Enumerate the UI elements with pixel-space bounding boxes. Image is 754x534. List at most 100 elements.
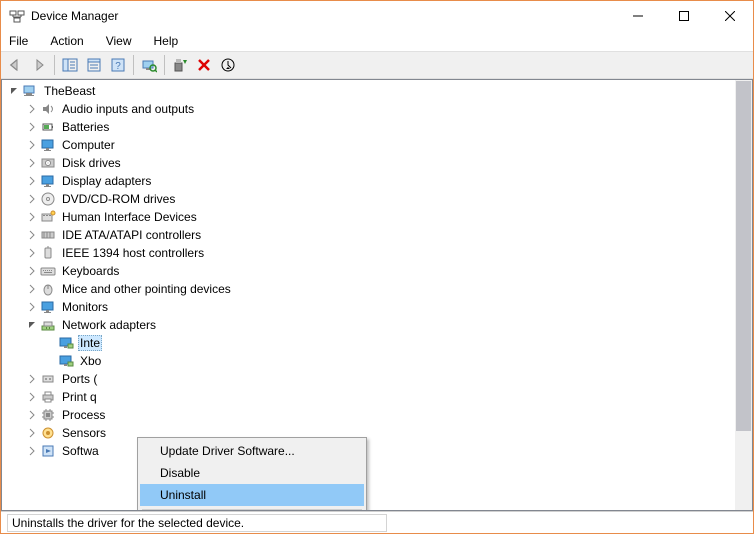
- chevron-right-icon[interactable]: [24, 263, 40, 279]
- menu-action[interactable]: Action: [46, 33, 87, 49]
- tree-category[interactable]: Computer: [2, 136, 752, 154]
- chevron-right-icon[interactable]: [24, 173, 40, 189]
- chevron-down-icon[interactable]: [24, 317, 40, 333]
- category-icon: [40, 299, 56, 315]
- show-hide-console-tree-button[interactable]: [58, 53, 82, 77]
- help-button[interactable]: ?: [106, 53, 130, 77]
- tree-category[interactable]: Softwa: [2, 442, 752, 460]
- tree-category[interactable]: Monitors: [2, 298, 752, 316]
- chevron-down-icon[interactable]: [6, 83, 22, 99]
- titlebar[interactable]: Device Manager: [1, 1, 753, 31]
- tree-device[interactable]: Inte: [2, 334, 752, 352]
- tree-category[interactable]: Sensors: [2, 424, 752, 442]
- chevron-right-icon[interactable]: [24, 101, 40, 117]
- tree-category[interactable]: Network adapters: [2, 316, 752, 334]
- tree-category-label: Sensors: [60, 426, 108, 440]
- chevron-right-icon[interactable]: [24, 443, 40, 459]
- chevron-right-icon[interactable]: [24, 425, 40, 441]
- tree-category[interactable]: DVD/CD-ROM drives: [2, 190, 752, 208]
- tree-category[interactable]: IDE ATA/ATAPI controllers: [2, 226, 752, 244]
- tree-category-label: Computer: [60, 138, 117, 152]
- category-icon: [40, 425, 56, 441]
- back-button[interactable]: [3, 53, 27, 77]
- tree-category[interactable]: Mice and other pointing devices: [2, 280, 752, 298]
- tree-category-label: Display adapters: [60, 174, 153, 188]
- uninstall-button[interactable]: [192, 53, 216, 77]
- tree-category-label: Batteries: [60, 120, 111, 134]
- menu-view[interactable]: View: [102, 33, 136, 49]
- tree-root-label: TheBeast: [42, 84, 97, 98]
- maximize-button[interactable]: [661, 1, 707, 31]
- context-menu-item[interactable]: Uninstall: [140, 484, 364, 506]
- context-menu-item[interactable]: Disable: [140, 462, 364, 484]
- device-icon: [58, 335, 74, 351]
- properties-button[interactable]: [82, 53, 106, 77]
- menu-help[interactable]: Help: [150, 33, 183, 49]
- statusbar: Uninstalls the driver for the selected d…: [1, 511, 753, 533]
- category-icon: [40, 191, 56, 207]
- tree-category-label: Softwa: [60, 444, 101, 458]
- chevron-right-icon[interactable]: [24, 281, 40, 297]
- context-menu-item[interactable]: Update Driver Software...: [140, 440, 364, 462]
- tree-category[interactable]: Audio inputs and outputs: [2, 100, 752, 118]
- menubar: File Action View Help: [1, 31, 753, 51]
- device-manager-window: Device Manager File Action View Help ? T…: [0, 0, 754, 534]
- tree-category[interactable]: Keyboards: [2, 262, 752, 280]
- forward-button[interactable]: [27, 53, 51, 77]
- disable-button[interactable]: [216, 53, 240, 77]
- context-menu: Update Driver Software...DisableUninstal…: [137, 437, 367, 511]
- update-driver-button[interactable]: [168, 53, 192, 77]
- chevron-right-icon[interactable]: [24, 299, 40, 315]
- chevron-right-icon[interactable]: [24, 407, 40, 423]
- tree-category[interactable]: Print q: [2, 388, 752, 406]
- chevron-right-icon[interactable]: [24, 155, 40, 171]
- tree-category-label: Ports (: [60, 372, 99, 386]
- chevron-right-icon[interactable]: [24, 389, 40, 405]
- toolbar-separator: [133, 55, 134, 75]
- category-icon: [40, 389, 56, 405]
- tree-category[interactable]: IEEE 1394 host controllers: [2, 244, 752, 262]
- chevron-right-icon[interactable]: [24, 209, 40, 225]
- toolbar: ?: [1, 51, 753, 79]
- tree-category-label: Network adapters: [60, 318, 158, 332]
- scrollbar-thumb[interactable]: [736, 81, 751, 431]
- status-text: Uninstalls the driver for the selected d…: [7, 514, 387, 532]
- tree-root[interactable]: TheBeast: [2, 82, 752, 100]
- category-icon: [40, 407, 56, 423]
- category-icon: [40, 119, 56, 135]
- tree-category-label: Mice and other pointing devices: [60, 282, 233, 296]
- vertical-scrollbar[interactable]: [735, 80, 752, 510]
- tree-category[interactable]: Batteries: [2, 118, 752, 136]
- tree-category-label: Disk drives: [60, 156, 123, 170]
- category-icon: [40, 317, 56, 333]
- close-button[interactable]: [707, 1, 753, 31]
- category-icon: [40, 155, 56, 171]
- chevron-right-icon[interactable]: [24, 119, 40, 135]
- tree-category[interactable]: Human Interface Devices: [2, 208, 752, 226]
- category-icon: [40, 281, 56, 297]
- app-icon: [9, 8, 25, 24]
- device-tree[interactable]: TheBeast Audio inputs and outputs Batterie…: [2, 80, 752, 510]
- minimize-button[interactable]: [615, 1, 661, 31]
- context-menu-separator: [142, 509, 362, 510]
- chevron-right-icon[interactable]: [24, 137, 40, 153]
- category-icon: [40, 101, 56, 117]
- chevron-right-icon[interactable]: [24, 371, 40, 387]
- tree-category-label: DVD/CD-ROM drives: [60, 192, 177, 206]
- computer-icon: [22, 83, 38, 99]
- scan-hardware-button[interactable]: [137, 53, 161, 77]
- chevron-right-icon[interactable]: [24, 227, 40, 243]
- category-icon: [40, 263, 56, 279]
- window-title: Device Manager: [31, 9, 615, 23]
- chevron-right-icon[interactable]: [24, 191, 40, 207]
- category-icon: [40, 173, 56, 189]
- tree-category[interactable]: Ports (: [2, 370, 752, 388]
- tree-category[interactable]: Display adapters: [2, 172, 752, 190]
- chevron-right-icon[interactable]: [24, 245, 40, 261]
- category-icon: [40, 443, 56, 459]
- svg-text:?: ?: [115, 61, 121, 72]
- tree-device[interactable]: Xbo: [2, 352, 752, 370]
- menu-file[interactable]: File: [5, 33, 32, 49]
- tree-category[interactable]: Disk drives: [2, 154, 752, 172]
- tree-category[interactable]: Process: [2, 406, 752, 424]
